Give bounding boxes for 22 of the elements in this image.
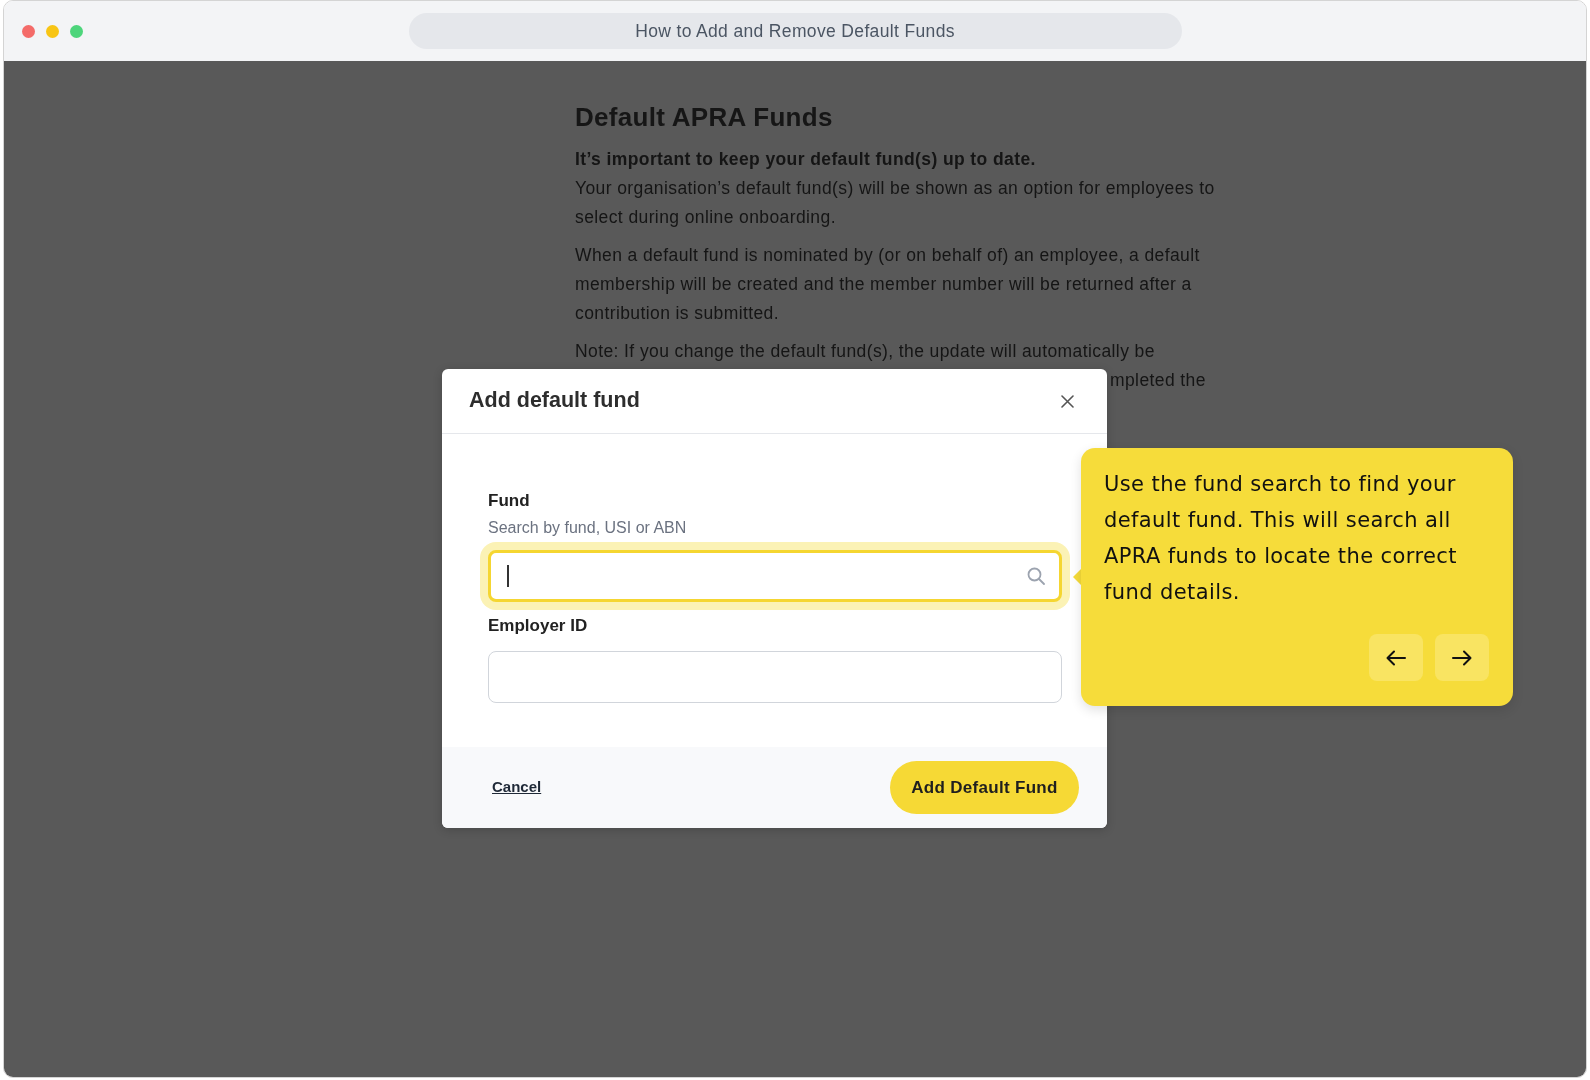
input-field[interactable] <box>488 651 1062 703</box>
tooltip-text: Use the fund search to find your default fund. This will search all APRA funds to locate the correct fund details. <box>1104 471 1458 606</box>
previous-button[interactable] <box>1369 634 1423 681</box>
dialog-title: Add default fund <box>469 388 640 414</box>
search-icon <box>1027 567 1045 585</box>
field-label: Fund <box>488 490 531 512</box>
note-text: mpleted the <box>1110 369 1206 392</box>
page-heading: Default APRA Funds <box>575 102 834 132</box>
cancel-link[interactable]: Cancel <box>492 776 542 799</box>
intro-text: It’s important to keep your default fund(s) up to date. <box>575 148 1037 171</box>
arrow-right-icon[interactable] <box>1452 649 1472 666</box>
add-default-fund-button[interactable]: Add Default Fund <box>890 761 1079 814</box>
close-window-icon[interactable] <box>22 24 35 38</box>
note-text: Note: If you change the default fund(s), the update will automatically be <box>575 340 1156 363</box>
help-text: Search by fund, USI or ABN <box>488 518 688 538</box>
body-paragraph: When a default fund is nominated by (or on behalf of) an employee, a default membership will be created and the member number will be returned after a contribution is submitted. <box>575 244 1201 325</box>
text-cursor-icon <box>507 565 509 587</box>
next-button[interactable] <box>1435 634 1489 681</box>
window-title: How to Add and Remove Default Funds <box>635 19 955 43</box>
field-label: Employer ID <box>488 615 589 637</box>
body-paragraph: Your organisation’s default fund(s) will be shown as an option for employees to select during online onboarding. <box>575 177 1216 229</box>
arrow-left-icon[interactable] <box>1386 649 1406 666</box>
